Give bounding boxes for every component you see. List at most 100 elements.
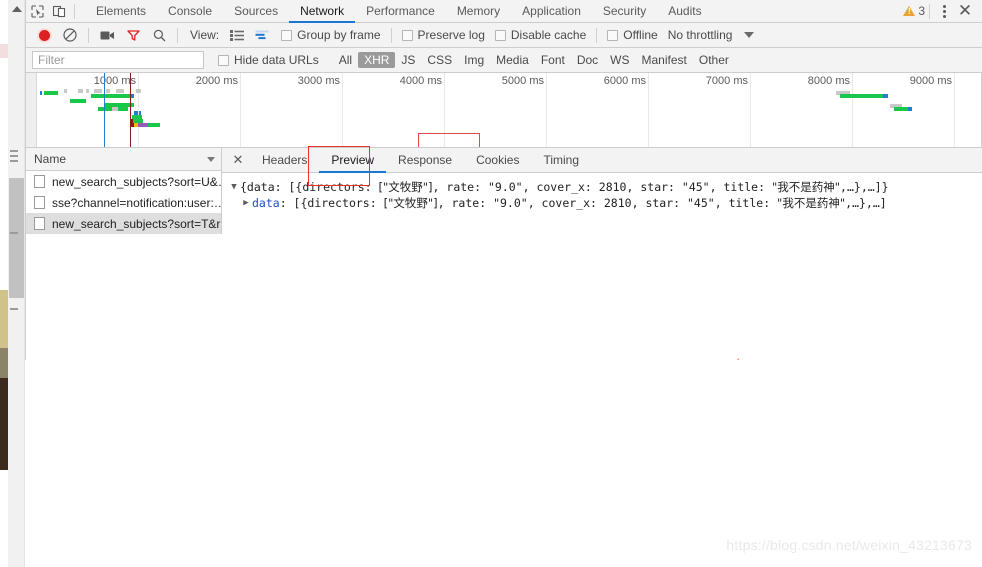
checkbox-box: [218, 54, 229, 66]
json-line-2[interactable]: ▶ data: [{directors: ["文牧野"], rate: "9.0…: [228, 195, 982, 211]
disable-cache-checkbox[interactable]: Disable cache: [494, 28, 587, 42]
tab-sources[interactable]: Sources: [223, 0, 289, 23]
tab-memory[interactable]: Memory: [446, 0, 511, 23]
detail-tabs: ✕ Headers Preview Response Cookies Timin…: [222, 148, 982, 173]
request-name: sse?channel=notification:user:…: [52, 195, 221, 210]
device-toolbar-icon[interactable]: [48, 0, 70, 22]
warning-triangle-icon: [903, 6, 916, 16]
filter-input[interactable]: [32, 51, 204, 69]
page-scrollbar[interactable]: [8, 0, 25, 567]
offline-checkbox[interactable]: Offline: [607, 28, 658, 42]
tabbar-right-controls: 3 ✕: [903, 0, 982, 23]
json-preview[interactable]: ▼ {data: [{directors: ["文牧野"], rate: "9.…: [222, 173, 982, 211]
throttling-select-value[interactable]: No throttling: [668, 28, 733, 42]
clear-button[interactable]: [58, 24, 82, 46]
expand-triangle-icon[interactable]: ▼: [228, 179, 240, 195]
checkbox-box: [281, 29, 293, 41]
request-row-2[interactable]: sse?channel=notification:user:…: [26, 192, 221, 213]
tabbar-divider: [929, 3, 930, 19]
column-header-name: Name: [34, 152, 67, 166]
netbar-divider-1: [88, 27, 89, 43]
chevron-down-icon[interactable]: [744, 32, 755, 38]
inspect-element-icon[interactable]: [26, 0, 48, 22]
filter-icon[interactable]: [121, 24, 145, 46]
filter-type-js[interactable]: JS: [395, 52, 421, 68]
warning-badge[interactable]: 3: [903, 4, 925, 18]
detail-tab-timing[interactable]: Timing: [531, 148, 591, 173]
disable-cache-label: Disable cache: [510, 28, 587, 42]
filter-type-all[interactable]: All: [333, 52, 358, 68]
netbar-divider-3: [390, 27, 392, 43]
filter-bar: Hide data URLs All XHR JS CSS Img Media …: [26, 48, 982, 73]
netbar-divider-4: [596, 27, 598, 43]
filter-type-media[interactable]: Media: [490, 52, 535, 68]
collapse-triangle-icon[interactable]: ▶: [240, 195, 252, 211]
tab-security[interactable]: Security: [592, 0, 657, 23]
network-overview-timeline[interactable]: 1000 ms 2000 ms 3000 ms 4000 ms 5000 ms …: [26, 73, 982, 148]
netbar-divider-2: [177, 27, 178, 43]
request-list-header[interactable]: Name: [26, 148, 221, 171]
tab-network[interactable]: Network: [289, 0, 356, 23]
preserve-log-checkbox[interactable]: Preserve log: [401, 28, 485, 42]
overview-tick-label: 4000 ms: [399, 75, 442, 87]
tab-elements[interactable]: Elements: [85, 0, 157, 23]
overview-tick-label: 8000 ms: [807, 75, 850, 87]
dom-content-loaded-line: [104, 73, 105, 147]
request-list: Name new_search_subjects?sort=U&… sse?ch…: [26, 148, 222, 234]
devtools-window: Elements Console Sources Network Perform…: [25, 0, 982, 477]
close-devtools-icon[interactable]: ✕: [954, 0, 976, 22]
filter-type-font[interactable]: Font: [535, 52, 571, 68]
warning-count: 3: [918, 4, 925, 18]
tab-audits[interactable]: Audits: [657, 0, 712, 23]
watermark-text: https://blog.csdn.net/weixin_43213673: [726, 537, 972, 553]
search-icon[interactable]: [147, 24, 171, 46]
waterfall-view-icon[interactable]: [251, 24, 275, 46]
overview-tick-label: 7000 ms: [705, 75, 748, 87]
request-name: new_search_subjects?sort=T&r…: [52, 216, 221, 231]
overview-selection-box[interactable]: [418, 133, 480, 147]
overview-tick-label: 3000 ms: [297, 75, 340, 87]
request-row-3[interactable]: new_search_subjects?sort=T&r…: [26, 213, 221, 234]
view-label: View:: [190, 28, 220, 42]
filter-type-ws[interactable]: WS: [604, 52, 635, 68]
network-toolbar: View: Group by frame Preserve log Disabl…: [26, 23, 982, 48]
scrollbar-thumb[interactable]: [9, 178, 24, 298]
filter-type-manifest[interactable]: Manifest: [636, 52, 693, 68]
capture-screenshots-icon[interactable]: [95, 24, 119, 46]
request-name: new_search_subjects?sort=U&…: [52, 174, 221, 189]
filter-type-xhr[interactable]: XHR: [358, 52, 396, 68]
hide-data-urls-label: Hide data URLs: [234, 53, 319, 67]
toolbar-divider: [74, 3, 75, 19]
overview-tick-label: 5000 ms: [501, 75, 544, 87]
resource-type-filters: All XHR JS CSS Img Media Font Doc WS Man…: [333, 52, 735, 68]
detail-tab-headers[interactable]: Headers: [250, 148, 319, 173]
sort-caret-icon[interactable]: [207, 157, 215, 162]
filter-type-css[interactable]: CSS: [421, 52, 458, 68]
request-row-1[interactable]: new_search_subjects?sort=U&…: [26, 171, 221, 192]
detail-tab-cookies[interactable]: Cookies: [464, 148, 531, 173]
overview-tick-label: 6000 ms: [603, 75, 646, 87]
record-button[interactable]: [32, 24, 56, 46]
scroll-up-arrow-icon[interactable]: [12, 6, 22, 12]
tab-console[interactable]: Console: [157, 0, 223, 23]
detail-tab-preview[interactable]: Preview: [319, 148, 386, 173]
filter-type-doc[interactable]: Doc: [571, 52, 604, 68]
filter-type-other[interactable]: Other: [693, 52, 735, 68]
close-detail-icon[interactable]: ✕: [226, 148, 250, 172]
preserve-log-label: Preserve log: [417, 28, 485, 42]
filter-type-img[interactable]: Img: [458, 52, 490, 68]
panel-tabs: Elements Console Sources Network Perform…: [85, 0, 713, 23]
load-event-line: [130, 73, 131, 147]
tab-application[interactable]: Application: [511, 0, 592, 23]
overview-tick-label: 2000 ms: [195, 75, 238, 87]
list-view-icon[interactable]: [225, 24, 249, 46]
group-by-frame-checkbox[interactable]: Group by frame: [281, 28, 381, 42]
tab-performance[interactable]: Performance: [355, 0, 446, 23]
hide-data-urls-checkbox[interactable]: Hide data URLs: [218, 53, 319, 67]
checkbox-box: [494, 29, 506, 41]
checkbox-box: [401, 29, 413, 41]
json-line-1[interactable]: ▼ {data: [{directors: ["文牧野"], rate: "9.…: [228, 179, 982, 195]
page-viewport-below: https://blog.csdn.net/weixin_43213673: [25, 360, 982, 567]
detail-tab-response[interactable]: Response: [386, 148, 464, 173]
more-options-icon[interactable]: [934, 1, 954, 21]
